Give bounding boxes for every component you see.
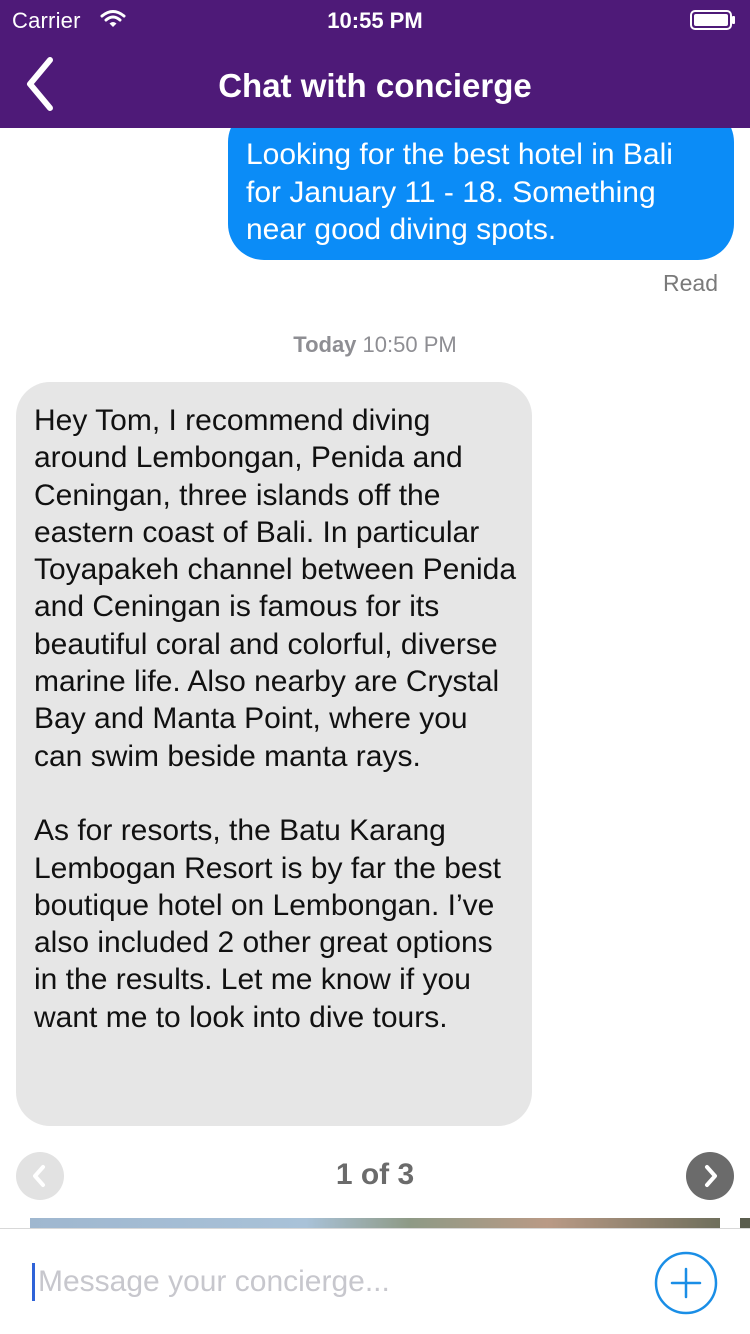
pager-label: 1 of 3 (335, 1158, 415, 1191)
plus-circle-icon (654, 1251, 718, 1319)
message-timestamp: Today 10:50 PM (0, 332, 750, 358)
header: Carrier 10:55 PM Chat with concierge (0, 0, 750, 128)
status-bar: Carrier 10:55 PM (0, 0, 750, 40)
message-composer (0, 1228, 750, 1334)
results-pager: 1 of 3 (0, 1148, 750, 1208)
message-list[interactable]: Looking for the best hotel in Bali for J… (0, 128, 750, 1228)
incoming-message-bubble: Hey Tom, I recommend diving around Lembo… (16, 382, 532, 1126)
next-hotel-result-image[interactable] (740, 1218, 750, 1228)
navigation-bar: Chat with concierge (0, 40, 750, 128)
timestamp-day: Today (293, 332, 357, 357)
battery-icon (690, 10, 736, 30)
status-time: 10:55 PM (327, 8, 423, 33)
outgoing-message-bubble: Looking for the best hotel in Bali for J… (228, 128, 734, 260)
hotel-result-image[interactable] (30, 1218, 720, 1228)
chat-screen: Carrier 10:55 PM Chat with concierge Loo… (0, 0, 750, 1334)
page-title: Chat with concierge (218, 67, 532, 104)
message-input[interactable] (34, 1261, 618, 1303)
next-result-button[interactable] (686, 1152, 734, 1200)
timestamp-time: 10:50 PM (362, 332, 457, 357)
add-attachment-button[interactable] (654, 1251, 718, 1315)
read-receipt: Read (663, 270, 718, 296)
